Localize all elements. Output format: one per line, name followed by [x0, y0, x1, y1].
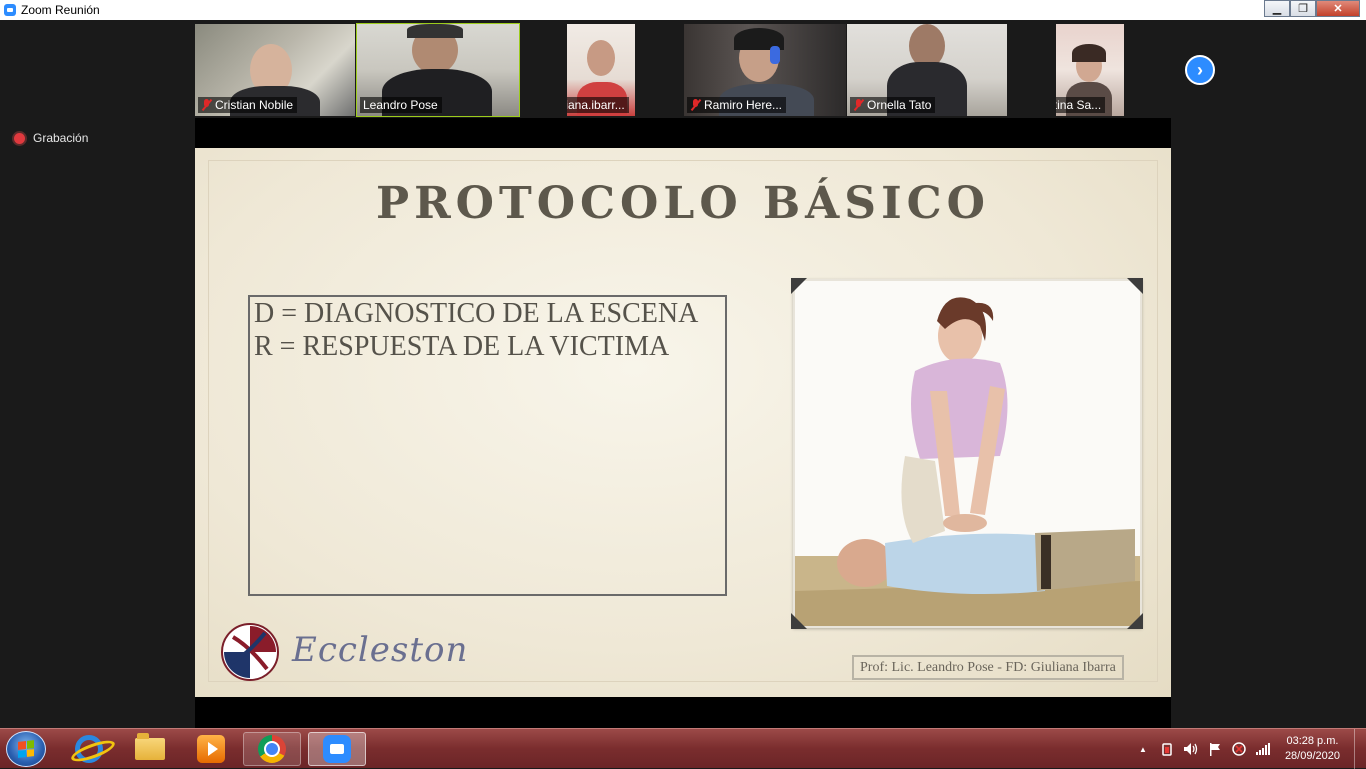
participant-tile[interactable]: Ornella Tato	[847, 24, 1007, 116]
action-center-flag-icon[interactable]	[1207, 741, 1223, 757]
participant-name: Giuliana.ibarr...	[567, 98, 625, 112]
participant-namebar: Ramiro Here...	[687, 97, 787, 113]
clock-time: 03:28 p.m.	[1286, 735, 1339, 747]
participant-tile[interactable]: Giuliana.ibarr...	[567, 24, 635, 116]
power-icon[interactable]	[1159, 741, 1175, 757]
internet-explorer-icon	[75, 735, 103, 763]
minimize-button[interactable]: ▁	[1264, 0, 1290, 17]
taskbar-zoom[interactable]	[308, 732, 366, 766]
participant-namebar: Leandro Pose	[360, 97, 442, 113]
windows-logo-icon	[18, 740, 34, 758]
chevron-right-icon: ›	[1197, 59, 1203, 80]
participant-name: Ramiro Here...	[704, 98, 783, 112]
taskbar-clock[interactable]: 03:28 p.m. 28/09/2020	[1285, 734, 1340, 764]
slide-text-box: D = DIAGNOSTICO DE LA ESCENA R = RESPUES…	[248, 295, 727, 596]
clock-date: 28/09/2020	[1284, 750, 1340, 762]
participant-tile[interactable]: Ramiro Here...	[684, 24, 846, 116]
recording-indicator[interactable]: Grabación	[14, 131, 88, 145]
windows-taskbar: ▲ 03:28 p.m. 28/09/2020	[0, 728, 1366, 769]
participant-tile[interactable]: Cristian Nobile	[195, 24, 355, 116]
cpr-illustration	[795, 281, 1140, 626]
maximize-button[interactable]: ❐	[1290, 0, 1316, 17]
brand-wordmark: Eccleston	[292, 630, 469, 670]
slide-credit: Prof: Lic. Leandro Pose - FD: Giuliana I…	[852, 655, 1124, 680]
shared-slide: PROTOCOLO BÁSICO D = DIAGNOSTICO DE LA E…	[195, 148, 1171, 697]
taskbar-chrome[interactable]	[243, 732, 301, 766]
eccleston-logo	[221, 623, 279, 681]
zoom-app-icon	[4, 4, 16, 16]
record-icon	[14, 132, 25, 144]
participant-tile-active-speaker[interactable]: Leandro Pose	[356, 23, 520, 117]
zoom-icon	[323, 735, 351, 763]
start-button[interactable]	[6, 731, 46, 767]
media-player-icon	[197, 735, 225, 763]
volleyball-logo-icon	[224, 626, 276, 678]
participant-namebar: Giuliana.ibarr...	[567, 97, 629, 113]
window-titlebar: Zoom Reunión ▁ ❐ ✕	[0, 0, 1366, 20]
participant-name: Valentina Sa...	[1056, 98, 1102, 112]
mic-muted-icon	[690, 99, 701, 111]
participant-namebar: Ornella Tato	[850, 97, 936, 113]
taskbar-media-player[interactable]	[182, 732, 240, 766]
participant-gallery: Cristian Nobile Leandro Pose Giuliana.ib…	[195, 23, 1171, 117]
chrome-icon	[258, 735, 286, 763]
volume-icon[interactable]	[1183, 741, 1199, 757]
close-button[interactable]: ✕	[1316, 0, 1360, 17]
window-controls: ▁ ❐ ✕	[1264, 0, 1360, 18]
mic-muted-icon	[853, 99, 864, 111]
window-title: Zoom Reunión	[21, 3, 100, 17]
share-letterbox-bottom	[195, 697, 1171, 728]
slide-line: D = DIAGNOSTICO DE LA ESCENA	[254, 298, 699, 329]
slide-line: R = RESPUESTA DE LA VICTIMA	[254, 331, 670, 362]
participant-namebar: Cristian Nobile	[198, 97, 298, 113]
system-tray: ▲ 03:28 p.m. 28/09/2020	[1131, 729, 1366, 769]
share-letterbox-top	[195, 118, 1171, 148]
network-warning-icon[interactable]	[1231, 741, 1247, 757]
participant-name: Cristian Nobile	[215, 98, 294, 112]
gallery-next-button[interactable]: ›	[1185, 55, 1215, 85]
file-explorer-icon	[135, 733, 165, 760]
participant-tile[interactable]: Valentina Sa...	[1056, 24, 1124, 116]
taskbar-file-explorer[interactable]	[121, 732, 179, 766]
cpr-photo	[793, 279, 1142, 628]
participant-name: Leandro Pose	[363, 98, 438, 112]
taskbar-internet-explorer[interactable]	[60, 732, 118, 766]
participant-namebar: Valentina Sa...	[1056, 97, 1106, 113]
recording-label: Grabación	[33, 131, 89, 145]
participant-name: Ornella Tato	[867, 98, 932, 112]
mic-muted-icon	[201, 99, 212, 111]
wifi-signal-icon[interactable]	[1255, 741, 1271, 757]
slide-title: PROTOCOLO BÁSICO	[375, 178, 990, 229]
show-hidden-icons-button[interactable]: ▲	[1135, 741, 1151, 757]
show-desktop-button[interactable]	[1354, 729, 1366, 769]
